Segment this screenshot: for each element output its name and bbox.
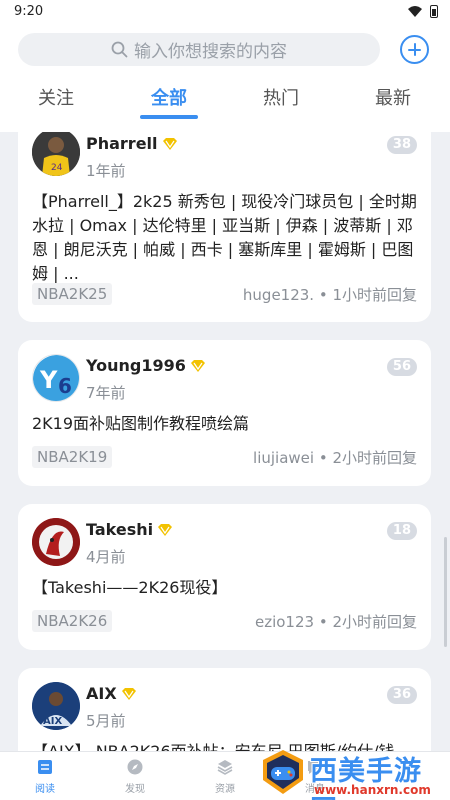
status-icons (408, 4, 438, 18)
avatar[interactable]: AIX (32, 682, 80, 730)
header: 输入你想搜索的内容 关注 全部 热门 最新 (0, 22, 450, 132)
avatar-image: 24 (32, 132, 80, 176)
watermark-url: www.hanxrn.com (314, 783, 431, 797)
status-time: 9:20 (14, 3, 44, 19)
post-time: 4月前 (86, 548, 126, 566)
add-button[interactable] (400, 35, 429, 64)
nav-discover[interactable]: 发现 (105, 758, 165, 795)
tab-indicator (140, 115, 198, 119)
svg-text:6: 6 (58, 374, 72, 398)
avatar-image (32, 518, 80, 566)
count-badge: 18 (386, 522, 417, 540)
svg-text:24: 24 (51, 163, 63, 173)
search-icon (111, 41, 128, 58)
avatar[interactable] (32, 518, 80, 566)
site-watermark: 西美手游网 www.hanxrn.com (258, 745, 448, 800)
vip-diamond-icon (121, 687, 136, 700)
game-tag[interactable]: NBA2K25 (32, 283, 113, 305)
wifi-icon (408, 5, 422, 17)
count-badge: 56 (386, 358, 417, 376)
post-card[interactable]: Y 6 Young1996 7年前 56 2K19面补贴图制作教程喷绘篇 NBA… (18, 340, 431, 486)
book-icon (38, 760, 52, 774)
scrollbar[interactable] (444, 537, 447, 647)
username[interactable]: AIX (86, 684, 137, 703)
battery-icon (430, 4, 438, 18)
tab-following[interactable]: 关注 (16, 84, 96, 110)
username[interactable]: Young1996 (86, 356, 206, 375)
post-feed[interactable]: 24 Pharrell 1年前 38 【Pharrell_】2k25 新秀包 |… (0, 132, 450, 751)
category-tabs: 关注 全部 热门 最新 (0, 84, 450, 124)
status-bar: 9:20 (0, 0, 450, 22)
svg-text:Y: Y (39, 366, 58, 394)
post-card[interactable]: 24 Pharrell 1年前 38 【Pharrell_】2k25 新秀包 |… (18, 132, 431, 322)
nav-read[interactable]: 阅读 (15, 758, 75, 795)
compass-icon (127, 759, 143, 775)
username[interactable]: Pharrell (86, 134, 178, 153)
post-text[interactable]: 2K19面补贴图制作教程喷绘篇 (32, 412, 420, 436)
game-tag[interactable]: NBA2K26 (32, 610, 113, 632)
vip-diamond-icon (190, 359, 205, 372)
post-time: 7年前 (86, 384, 126, 402)
avatar-image: Y 6 (33, 355, 79, 401)
count-badge: 36 (386, 686, 417, 704)
reply-info: huge123. • 1小时前回复 (242, 286, 417, 304)
post-text[interactable]: 【Pharrell_】2k25 新秀包 | 现役冷门球员包 | 全时期水拉 | … (32, 190, 420, 286)
username[interactable]: Takeshi (86, 520, 173, 539)
reply-info: liujiawei • 2小时前回复 (253, 449, 417, 467)
avatar[interactable]: 24 (32, 132, 80, 176)
nav-resources[interactable]: 资源 (195, 758, 255, 795)
count-badge: 38 (386, 136, 417, 154)
post-time: 1年前 (86, 162, 126, 180)
tab-all[interactable]: 全部 (129, 84, 209, 110)
avatar-image: AIX (32, 682, 80, 730)
search-placeholder: 输入你想搜索的内容 (134, 42, 287, 62)
post-text[interactable]: 【Takeshi——2K26现役】 (32, 576, 420, 600)
post-card[interactable]: Takeshi 4月前 18 【Takeshi——2K26现役】 NBA2K26… (18, 504, 431, 650)
tab-hot[interactable]: 热门 (241, 84, 321, 110)
post-card[interactable]: AIX AIX 5月前 36 【AIX】 NBA2K26面补帖：安东尼 巴图斯/… (18, 668, 431, 751)
vip-diamond-icon (162, 137, 177, 150)
reply-info: ezio123 • 2小时前回复 (254, 613, 417, 631)
vip-diamond-icon (158, 523, 173, 536)
post-time: 5月前 (86, 712, 126, 730)
layers-icon (217, 760, 233, 775)
search-input[interactable]: 输入你想搜索的内容 (18, 33, 380, 66)
tab-latest[interactable]: 最新 (353, 84, 433, 110)
gamepad-logo-icon (263, 750, 303, 794)
avatar[interactable]: Y 6 (32, 354, 80, 402)
svg-text:AIX: AIX (43, 716, 62, 727)
game-tag[interactable]: NBA2K19 (32, 446, 113, 468)
